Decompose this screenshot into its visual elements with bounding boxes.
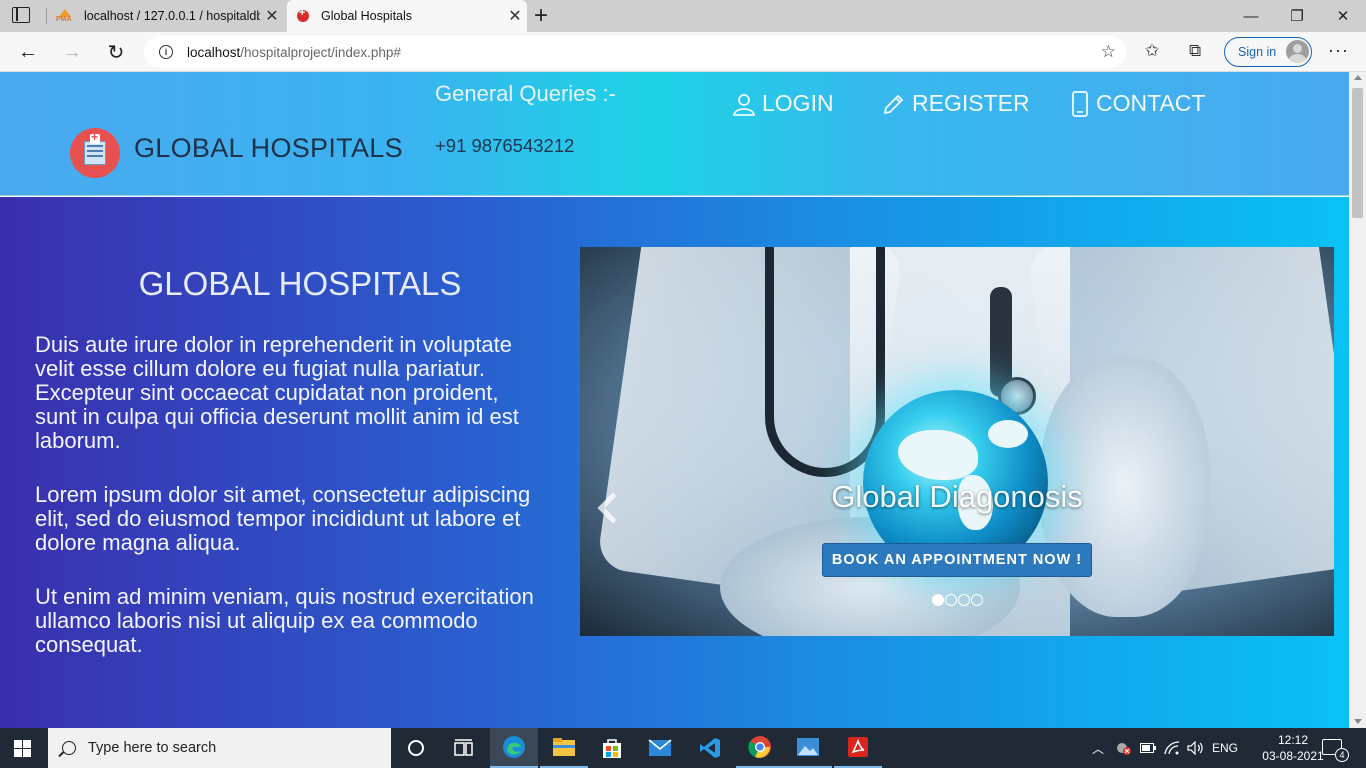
- collections-icon[interactable]: ⧉: [1189, 41, 1201, 61]
- url-input[interactable]: i localhost/hospitalproject/index.php# ☆: [144, 36, 1126, 68]
- system-clock[interactable]: 12:12 03-08-2021: [1262, 732, 1324, 764]
- show-hidden-icons[interactable]: ︿: [1092, 728, 1104, 768]
- page-viewport: GLOBAL HOSPITALS General Queries :- +91 …: [0, 72, 1349, 728]
- pencil-icon: [882, 92, 906, 116]
- vscode-icon[interactable]: [686, 728, 734, 768]
- page-scrollbar[interactable]: [1349, 72, 1366, 728]
- close-tab-icon[interactable]: ✕: [503, 6, 527, 26]
- avatar: [1286, 40, 1309, 63]
- search-placeholder: Type here to search: [88, 740, 217, 756]
- hero-title: GLOBAL HOSPITALS: [138, 265, 462, 302]
- close-window-icon[interactable]: ✕: [1320, 0, 1366, 32]
- wifi-icon[interactable]: [1164, 728, 1180, 768]
- carousel-indicators: [932, 594, 983, 606]
- restore-icon[interactable]: ❐: [1274, 0, 1320, 32]
- nav-register-link[interactable]: REGISTER: [882, 90, 1030, 117]
- mail-icon[interactable]: [636, 728, 684, 768]
- taskbar-search-input[interactable]: Type here to search: [48, 728, 391, 768]
- edge-icon[interactable]: [490, 728, 538, 768]
- windows-taskbar: Type here to search ︿ ENG 12:12 03-08-20…: [0, 728, 1366, 768]
- phpmyadmin-icon: PMA: [56, 9, 74, 23]
- windows-start-icon[interactable]: [14, 740, 32, 757]
- globe-landmass: [988, 420, 1028, 448]
- search-icon: [62, 741, 76, 755]
- stethoscope-graphic: [765, 247, 885, 477]
- nav-login-link[interactable]: LOGIN: [732, 90, 834, 117]
- globe-landmass: [898, 430, 978, 480]
- nav-register-label: REGISTER: [912, 90, 1030, 116]
- book-appointment-button[interactable]: BOOK AN APPOINTMENT NOW !: [822, 543, 1092, 577]
- tab-phpmyadmin[interactable]: PMA localhost / 127.0.0.1 / hospitaldb ✕: [48, 0, 284, 32]
- medical-cross-icon: [90, 130, 100, 144]
- nav-contact-link[interactable]: CONTACT: [1070, 90, 1205, 117]
- new-tab-icon[interactable]: +: [534, 2, 548, 30]
- carousel-caption: Global Diagonosis: [831, 479, 1083, 514]
- battery-icon[interactable]: [1140, 728, 1156, 768]
- building-icon: [84, 141, 106, 165]
- favorites-icon[interactable]: ✩: [1145, 41, 1159, 61]
- close-tab-icon[interactable]: ✕: [260, 6, 284, 26]
- user-icon: [732, 92, 756, 116]
- input-language[interactable]: ENG: [1212, 728, 1238, 768]
- browser-address-bar: ← → ↻ i localhost/hospitalproject/index.…: [0, 32, 1366, 72]
- tab-actions-icon[interactable]: [12, 7, 30, 23]
- hero-paragraph: Ut enim ad minim veniam, quis nostrud ex…: [35, 584, 534, 657]
- url-host: localhost: [187, 44, 241, 60]
- brand-name[interactable]: GLOBAL HOSPITALS: [134, 133, 403, 164]
- acrobat-icon[interactable]: [834, 728, 882, 768]
- image-carousel[interactable]: Global Diagonosis BOOK AN APPOINTMENT NO…: [580, 247, 1334, 636]
- forward-arrow-icon[interactable]: →: [58, 38, 86, 66]
- scroll-up-icon[interactable]: [1354, 75, 1362, 80]
- scrollbar-thumb[interactable]: [1352, 88, 1363, 218]
- task-view-icon[interactable]: [440, 728, 488, 768]
- more-options-icon[interactable]: ···: [1328, 40, 1349, 61]
- clock-time: 12:12: [1277, 733, 1309, 747]
- hospital-cross-icon: [297, 7, 309, 22]
- tab-title: Global Hospitals: [321, 9, 413, 23]
- url-path: /hospitalproject/index.php#: [240, 44, 401, 60]
- sign-in-button[interactable]: Sign in: [1224, 37, 1312, 67]
- photos-icon[interactable]: [784, 728, 832, 768]
- notification-count-badge: 4: [1335, 748, 1349, 762]
- site-header: GLOBAL HOSPITALS General Queries :- +91 …: [0, 72, 1349, 196]
- sign-in-label: Sign in: [1238, 45, 1277, 59]
- general-queries-title: General Queries :-: [435, 81, 616, 106]
- site-info-icon[interactable]: i: [159, 45, 173, 59]
- hero-paragraph: Duis aute irure dolor in reprehenderit i…: [35, 332, 519, 453]
- browser-tab-bar: PMA localhost / 127.0.0.1 / hospitaldb ✕…: [0, 0, 1366, 32]
- add-favorite-icon[interactable]: ☆: [1101, 42, 1116, 62]
- hero-paragraph: Lorem ipsum dolor sit amet, consectetur …: [35, 482, 531, 555]
- carousel-dot[interactable]: [958, 594, 970, 606]
- nav-contact-label: CONTACT: [1096, 90, 1206, 116]
- scroll-down-icon[interactable]: [1354, 719, 1362, 724]
- carousel-dot[interactable]: [945, 594, 957, 606]
- carousel-dot[interactable]: [932, 594, 944, 606]
- refresh-icon[interactable]: ↻: [102, 38, 130, 66]
- mobile-phone-icon: [1070, 90, 1090, 117]
- hero-section: GLOBAL HOSPITALS Duis aute irure dolor i…: [0, 197, 1349, 728]
- tab-global-hospitals[interactable]: Global Hospitals ✕: [287, 0, 527, 32]
- volume-icon[interactable]: [1187, 728, 1205, 768]
- chrome-icon[interactable]: [736, 728, 784, 768]
- cortana-icon[interactable]: [392, 728, 440, 768]
- tab-separator: [46, 8, 47, 24]
- hospital-logo-icon[interactable]: [70, 128, 120, 178]
- tab-title: localhost / 127.0.0.1 / hospitaldb: [84, 9, 260, 23]
- queries-phone-number: +91 9876543212: [435, 135, 575, 156]
- carousel-dot[interactable]: [971, 594, 983, 606]
- clock-date: 03-08-2021: [1262, 749, 1324, 763]
- back-arrow-icon[interactable]: ←: [14, 38, 42, 66]
- nav-login-label: LOGIN: [762, 90, 834, 116]
- store-icon[interactable]: [588, 728, 636, 768]
- network-error-icon[interactable]: [1114, 728, 1132, 768]
- file-explorer-icon[interactable]: [540, 728, 588, 768]
- minimize-icon[interactable]: —: [1228, 0, 1274, 32]
